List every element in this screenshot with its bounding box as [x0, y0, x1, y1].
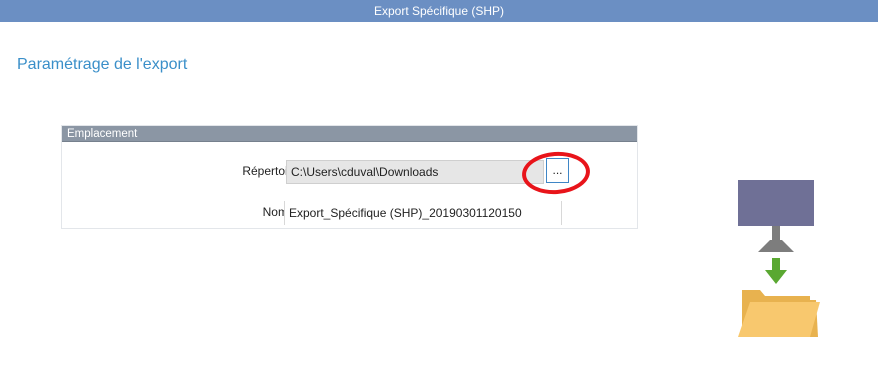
browse-button[interactable]: ... — [546, 158, 569, 183]
export-dir-field[interactable] — [286, 160, 544, 184]
location-group-header: Emplacement — [62, 126, 637, 142]
page-title: Paramétrage de l'export — [17, 56, 188, 73]
window-title: Export Spécifique (SHP) — [373, 4, 505, 18]
filename-field[interactable] — [284, 201, 562, 225]
window-titlebar: Export Spécifique (SHP) — [0, 0, 878, 22]
export-illustration — [738, 180, 820, 337]
monitor-icon — [738, 180, 814, 252]
folder-icon — [738, 290, 820, 337]
download-arrow-icon — [765, 258, 787, 284]
